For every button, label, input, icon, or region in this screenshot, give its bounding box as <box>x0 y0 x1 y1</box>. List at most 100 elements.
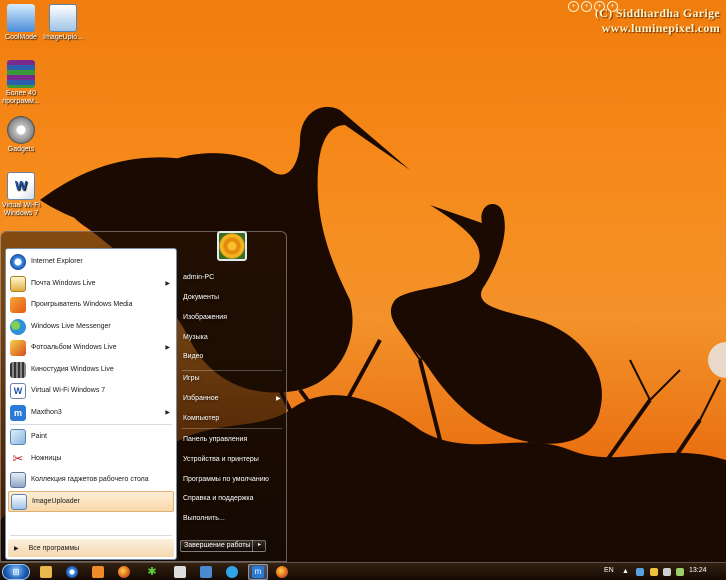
link-control-panel[interactable]: Панель управления <box>183 436 247 443</box>
program-label: Ножницы <box>31 455 62 462</box>
internet-explorer-icon[interactable] <box>66 566 78 578</box>
desktop-icon-coolmode[interactable]: CoolMode <box>0 4 42 42</box>
word-document-icon: W <box>10 382 26 399</box>
link-music[interactable]: Музыка <box>183 334 208 341</box>
submenu-arrow-icon: ▶ <box>165 345 170 351</box>
desktop-icon-label: Virtual Wi-Fi Windows 7 <box>2 202 40 217</box>
firefox-icon[interactable] <box>118 566 130 578</box>
photo-gallery-icon <box>10 339 26 356</box>
program-windows-live-photo-gallery[interactable]: Фотоальбом Windows Live ▶ <box>8 337 174 358</box>
flag-icon[interactable] <box>650 568 658 576</box>
link-documents[interactable]: Документы <box>183 294 219 301</box>
media-player-icon <box>10 296 26 313</box>
program-imageuploader[interactable]: ImageUploader <box>8 491 174 512</box>
program-windows-media-player[interactable]: Проигрыватель Windows Media <box>8 294 174 315</box>
user-picture[interactable] <box>217 231 247 261</box>
gadget-icon[interactable]: ✱ <box>146 566 158 578</box>
watermark-control: + <box>581 1 592 12</box>
program-windows-live-messenger[interactable]: Windows Live Messenger <box>8 316 174 337</box>
paint-icon <box>10 428 26 445</box>
program-label: Windows Live Messenger <box>31 323 111 330</box>
program-windows-live-movie-maker[interactable]: Киностудия Windows Live <box>8 359 174 380</box>
shutdown-options-button[interactable]: ▸ <box>252 540 266 552</box>
link-admin-pc[interactable]: admin-PC <box>183 274 214 281</box>
desktop-icon-gadgets[interactable]: Gadgets <box>0 116 42 154</box>
program-virtual-wifi[interactable]: W Virtual Wi-Fi Windows 7 <box>8 380 174 401</box>
maxthon-icon: m <box>10 404 26 421</box>
program-label: Internet Explorer <box>31 258 83 265</box>
power-icon[interactable] <box>676 568 684 576</box>
gadget-edge <box>708 342 726 378</box>
watermark-line1: (C) Siddhardha Garige <box>595 6 720 20</box>
submenu-arrow-icon: ▶ <box>165 410 170 416</box>
link-favorites[interactable]: Избранное <box>183 395 218 402</box>
program-label: Коллекция гаджетов рабочего стола <box>31 476 149 483</box>
all-programs-button[interactable]: ▶ Все программы <box>8 539 174 557</box>
program-windows-live-mail[interactable]: Почта Windows Live ▶ <box>8 273 174 294</box>
link-devices-printers[interactable]: Устройства и принтеры <box>183 456 259 463</box>
program-snipping-tool[interactable]: ✂ Ножницы <box>8 448 174 469</box>
watermark-control: + <box>568 1 579 12</box>
desktop-icon-label: ImageUplo... <box>43 34 83 41</box>
folder-icon[interactable] <box>40 566 52 578</box>
internet-explorer-icon <box>10 253 26 270</box>
show-hidden-icons-icon[interactable]: ▲ <box>622 568 630 576</box>
movie-maker-icon <box>10 361 26 378</box>
link-default-programs[interactable]: Программы по умолчанию <box>183 476 269 483</box>
program-label: Проигрыватель Windows Media <box>31 301 133 308</box>
programs-separator <box>10 424 172 425</box>
desktop-icon-virtual-wifi[interactable]: W Virtual Wi-Fi Windows 7 <box>0 172 42 218</box>
messenger-icon <box>10 318 26 335</box>
right-column-separator <box>182 428 282 429</box>
firefox-icon[interactable] <box>276 566 288 578</box>
desktop-icon-imageuploader[interactable]: ImageUplo... <box>42 4 84 42</box>
gadgets-icon <box>10 471 26 488</box>
right-column-separator <box>182 370 282 371</box>
program-label: Paint <box>31 433 47 440</box>
taskbar: ⊞ ✱ m EN ▲ 13:24 <box>0 562 726 580</box>
start-menu-programs-pane: Internet Explorer Почта Windows Live ▶ П… <box>5 248 177 560</box>
program-label: ImageUploader <box>32 498 80 505</box>
desktop-icon-label: CoolMode <box>5 34 37 41</box>
clock[interactable]: 13:24 <box>689 567 707 574</box>
link-run[interactable]: Выполнить... <box>183 515 225 522</box>
wordpad-icon[interactable] <box>200 566 212 578</box>
desktop-icon-winrar[interactable]: Более 40 программ... <box>0 60 42 106</box>
submenu-arrow-icon: ▶ <box>276 396 281 402</box>
network-icon[interactable] <box>636 568 644 576</box>
media-player-icon[interactable] <box>92 566 104 578</box>
program-paint[interactable]: Paint <box>8 426 174 447</box>
scissors-icon: ✂ <box>12 450 24 466</box>
winrar-icon <box>7 60 35 88</box>
program-label: Почта Windows Live <box>31 280 96 287</box>
program-desktop-gadget-gallery[interactable]: Коллекция гаджетов рабочего стола <box>8 469 174 490</box>
maxthon-icon[interactable]: m <box>252 566 264 578</box>
link-pictures[interactable]: Изображения <box>183 314 227 321</box>
image-uploader-icon <box>49 4 77 32</box>
link-games[interactable]: Игры <box>183 375 200 382</box>
watermark-line2: www.luminepixel.com <box>601 21 720 35</box>
mail-icon <box>10 275 26 292</box>
all-programs-label: Все программы <box>28 544 80 552</box>
link-videos[interactable]: Видео <box>183 353 203 360</box>
skype-icon[interactable] <box>226 566 238 578</box>
mail-icon[interactable] <box>174 566 186 578</box>
heron-right <box>390 204 602 444</box>
program-maxthon3[interactable]: m Maxthon3 ▶ <box>8 402 174 423</box>
gadgets-icon <box>7 116 35 144</box>
start-menu: Internet Explorer Почта Windows Live ▶ П… <box>0 231 287 562</box>
program-label: Virtual Wi-Fi Windows 7 <box>31 387 106 394</box>
app-icon <box>7 4 35 32</box>
word-document-icon: W <box>7 172 35 200</box>
start-button[interactable]: ⊞ <box>2 564 30 580</box>
program-label: Киностудия Windows Live <box>31 366 114 373</box>
language-indicator[interactable]: EN <box>604 567 614 574</box>
all-programs-separator <box>10 535 172 536</box>
link-computer[interactable]: Компьютер <box>183 415 219 422</box>
triangle-right-icon: ▶ <box>14 545 19 552</box>
volume-icon[interactable] <box>663 568 671 576</box>
desktop-icon-label: Gadgets <box>7 146 35 153</box>
link-help-support[interactable]: Справка и поддержка <box>183 495 254 502</box>
image-uploader-icon <box>11 493 27 510</box>
program-internet-explorer[interactable]: Internet Explorer <box>8 251 174 272</box>
